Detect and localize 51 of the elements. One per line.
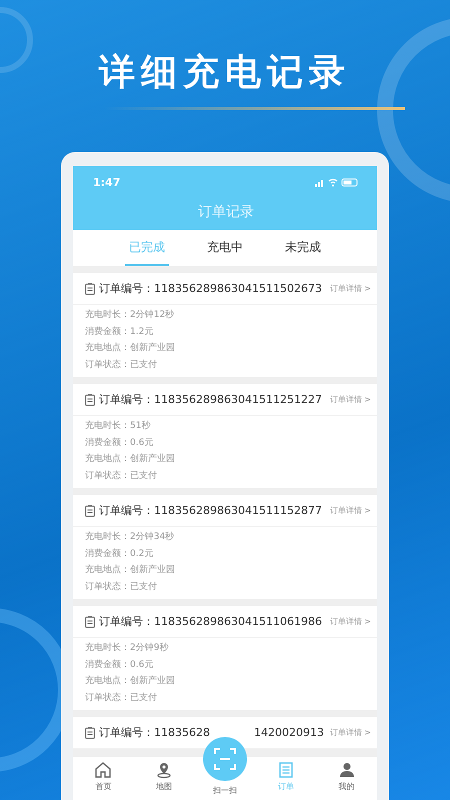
tab[interactable]: 未完成 [281,230,325,266]
order-field: 充电时长：2分钟12秒 [85,309,365,322]
order-field: 消费金额：0.6元 [85,436,365,450]
order-field: 充电地点：创新产业园 [85,342,365,356]
order-detail-link[interactable]: 订单详情 > [330,283,371,294]
document-icon [85,616,95,628]
home-icon [94,761,112,779]
order-field: 消费金额：0.2元 [85,548,365,561]
order-detail-link[interactable]: 订单详情 > [330,505,371,516]
document-icon [85,504,95,516]
tab[interactable]: 充电中 [203,230,247,266]
order-field: 充电时长：51秒 [85,420,365,434]
status-time: 1:47 [93,176,120,189]
order-field: 充电地点：创新产业园 [85,675,365,688]
scan-icon [214,748,236,770]
order-detail-link[interactable]: 订单详情 > [330,727,371,738]
status-icons [315,178,359,187]
document-icon [85,726,95,738]
order-number: 1420020913 [254,726,324,739]
order-field: 订单状态：已支付 [85,692,365,705]
order-field: 充电地点：创新产业园 [85,564,365,578]
screen-title: 订单记录 [197,203,255,221]
order-field: 订单状态：已支付 [85,358,365,372]
order-field: 充电地点：创新产业园 [85,453,365,466]
order-number: 订单编号：118356289863041511061986 [99,614,322,629]
order-field: 订单状态：已支付 [85,580,365,594]
headline: 详细充电记录 [99,51,351,95]
document-icon [85,394,95,406]
order-field: 消费金额：1.2元 [85,326,365,339]
nav-label[interactable]: 扫一扫 [212,785,237,796]
user-icon [338,761,356,779]
document-icon [276,761,295,779]
order-number: 订单编号：118356289863041511502673 [99,281,322,296]
order-detail-link[interactable]: 订单详情 > [330,616,371,627]
document-icon [85,282,95,294]
map-pin-icon [155,761,174,779]
nav-item[interactable]: 地图 [134,757,195,800]
nav-item[interactable]: 首页 [73,757,134,800]
order-detail-link[interactable]: 订单详情 > [330,394,371,405]
decorative-ring [0,7,33,73]
order-number: 订单编号：11835628 [99,725,210,740]
order-field: 订单状态：已支付 [85,470,365,483]
order-field: 消费金额：0.6元 [85,658,365,672]
order-field: 充电时长：2分钟34秒 [85,531,365,544]
tab[interactable]: 已完成 [125,230,169,266]
nav-item[interactable]: 订单 [255,757,316,800]
scan-button[interactable] [202,737,247,781]
order-number: 订单编号：118356289863041511152877 [99,503,322,518]
nav-item[interactable]: 我的 [316,757,377,800]
order-number: 订单编号：118356289863041511251227 [99,392,322,407]
order-field: 充电时长：2分钟9秒 [85,642,365,656]
